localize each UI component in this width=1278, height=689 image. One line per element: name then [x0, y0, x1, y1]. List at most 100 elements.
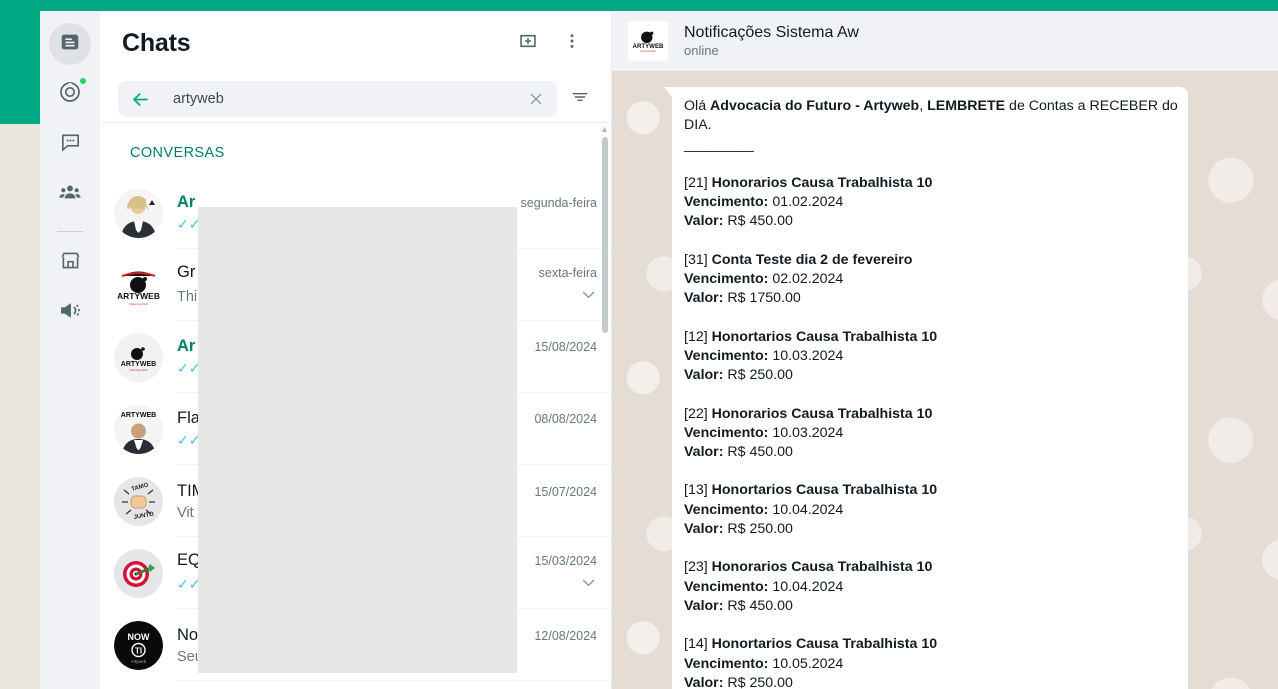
avatar: ARTYWEB Sistemas Web	[114, 260, 163, 310]
new-chat-icon	[517, 30, 539, 57]
entry-vencimento: 10.04.2024	[772, 578, 844, 595]
svg-text:Sistemas Web: Sistemas Web	[130, 368, 148, 372]
entry-valor: R$ 450.00	[727, 444, 793, 461]
scroll-up-arrow-icon[interactable]: ▲	[600, 125, 609, 134]
filter-icon	[570, 87, 590, 112]
greeting-bold-company: Advocacia do Futuro - Artyweb	[710, 98, 920, 114]
entry-valor: R$ 1750.00	[727, 290, 801, 307]
chat-list-header: Chats	[100, 11, 611, 76]
entry-valor: R$ 450.00	[727, 597, 793, 614]
read-receipt-icon: ✓✓	[177, 432, 201, 448]
section-label-conversas: CONVERSAS	[130, 145, 225, 161]
rail-item-broadcast[interactable]	[49, 292, 91, 334]
label-valor: Valor:	[684, 444, 724, 461]
clear-icon[interactable]	[527, 90, 545, 108]
label-valor: Valor:	[684, 367, 724, 384]
account-entry: [12] Honortarios Causa Trabalhista 10 Ve…	[684, 328, 1179, 386]
rail-divider	[57, 231, 83, 232]
account-entry: [14] Honortarios Causa Trabalhista 10 Ve…	[684, 635, 1179, 689]
entry-title: Honortarios Causa Trabalhista 10	[711, 636, 938, 653]
back-arrow-icon[interactable]	[130, 89, 151, 110]
entry-id: [13]	[684, 482, 708, 499]
entry-id: [14]	[684, 636, 708, 653]
read-receipt-icon: ✓✓	[177, 360, 201, 376]
label-valor: Valor:	[684, 290, 724, 307]
megaphone-icon	[59, 299, 82, 327]
entry-title: Honortarios Causa Trabalhista 10	[711, 482, 938, 499]
label-valor: Valor:	[684, 674, 724, 689]
rail-item-campaigns[interactable]	[49, 73, 91, 115]
chat-list-menu-button[interactable]	[555, 27, 589, 61]
entry-id: [12]	[684, 328, 708, 345]
chat-search-row	[100, 76, 611, 122]
filter-button[interactable]	[563, 82, 597, 116]
entry-title: Conta Teste dia 2 de fevereiro	[711, 251, 913, 268]
chevron-down-icon[interactable]	[580, 286, 597, 308]
conversation-message-area[interactable]: Olá Advocacia do Futuro - Artyweb, LEMBR…	[612, 71, 1278, 689]
list-item-time: sexta-feira	[538, 265, 597, 280]
rail-item-messages[interactable]	[49, 123, 91, 165]
conversation-title-block: Notificações Sistema Aw online	[684, 24, 859, 58]
list-item-time: 15/07/2024	[534, 484, 597, 499]
entry-id: [31]	[684, 251, 708, 268]
entry-vencimento: 02.02.2024	[772, 271, 844, 288]
gray-occlusion-overlay	[198, 207, 517, 673]
account-entry: [23] Honorarios Causa Trabalhista 10 Ven…	[684, 558, 1179, 616]
svg-text:Sistemas Web: Sistemas Web	[129, 302, 149, 306]
contacts-icon	[58, 180, 82, 209]
greeting-prefix: Olá	[684, 98, 711, 114]
label-vencimento: Vencimento:	[684, 347, 769, 364]
entry-valor: R$ 250.00	[727, 367, 793, 384]
rail-item-chats[interactable]	[49, 23, 91, 65]
svg-text:NOW: NOW	[128, 632, 151, 642]
label-valor: Valor:	[684, 521, 724, 538]
label-valor: Valor:	[684, 597, 724, 614]
entry-valor: R$ 250.00	[727, 674, 793, 689]
store-icon	[59, 249, 82, 277]
avatar: NOW TI Artyweb	[114, 620, 163, 670]
conversation-panel: ARTYWEB Sistemas Web Notificações Sistem…	[612, 11, 1278, 689]
entry-vencimento: 01.02.2024	[772, 194, 844, 211]
entry-id: [21]	[684, 174, 708, 191]
entry-title: Honorarios Causa Trabalhista 10	[711, 559, 933, 576]
conversation-header[interactable]: ARTYWEB Sistemas Web Notificações Sistem…	[612, 11, 1278, 71]
avatar[interactable]: ARTYWEB Sistemas Web	[628, 21, 668, 61]
account-entry: [31] Conta Teste dia 2 de fevereiro Venc…	[684, 251, 1179, 309]
entry-valor: R$ 250.00	[727, 521, 793, 538]
entry-title: Honorarios Causa Trabalhista 10	[711, 405, 933, 422]
greeting-bold-lembrete: LEMBRETE	[927, 98, 1006, 114]
list-item-time: 12/08/2024	[534, 628, 597, 643]
avatar	[114, 188, 163, 238]
chat-list-scrollbar[interactable]	[602, 137, 608, 333]
label-valor: Valor:	[684, 213, 724, 230]
avatar: ARTYWEB	[114, 404, 163, 454]
entry-id: [22]	[684, 405, 708, 422]
label-vencimento: Vencimento:	[684, 578, 769, 595]
list-item-time: segunda-feira	[520, 196, 597, 210]
search-input[interactable]	[173, 91, 527, 107]
entry-vencimento: 10.03.2024	[772, 424, 844, 441]
list-item-time: 15/03/2024	[534, 553, 597, 568]
entry-vencimento: 10.05.2024	[772, 655, 844, 672]
read-receipt-icon: ✓✓	[177, 216, 201, 232]
conversation-title: Notificações Sistema Aw	[684, 24, 859, 41]
account-entry: [21] Honorarios Causa Trabalhista 10 Ven…	[684, 174, 1179, 232]
search-box[interactable]	[118, 81, 557, 117]
avatar	[114, 548, 163, 598]
label-vencimento: Vencimento:	[684, 655, 769, 672]
label-vencimento: Vencimento:	[684, 194, 769, 211]
entry-title: Honortarios Causa Trabalhista 10	[711, 328, 938, 345]
message-bubble[interactable]: Olá Advocacia do Futuro - Artyweb, LEMBR…	[664, 87, 1188, 689]
left-beige-band	[0, 124, 40, 689]
rail-item-contacts[interactable]	[49, 173, 91, 215]
rail-item-store[interactable]	[49, 242, 91, 284]
chevron-down-icon[interactable]	[580, 574, 597, 596]
chats-archive-icon	[59, 31, 81, 58]
avatar: TAMO JUNTO	[114, 476, 163, 526]
new-chat-button[interactable]	[511, 27, 545, 61]
top-teal-band	[0, 0, 1278, 11]
account-entry: [13] Honortarios Causa Trabalhista 10 Ve…	[684, 481, 1179, 539]
